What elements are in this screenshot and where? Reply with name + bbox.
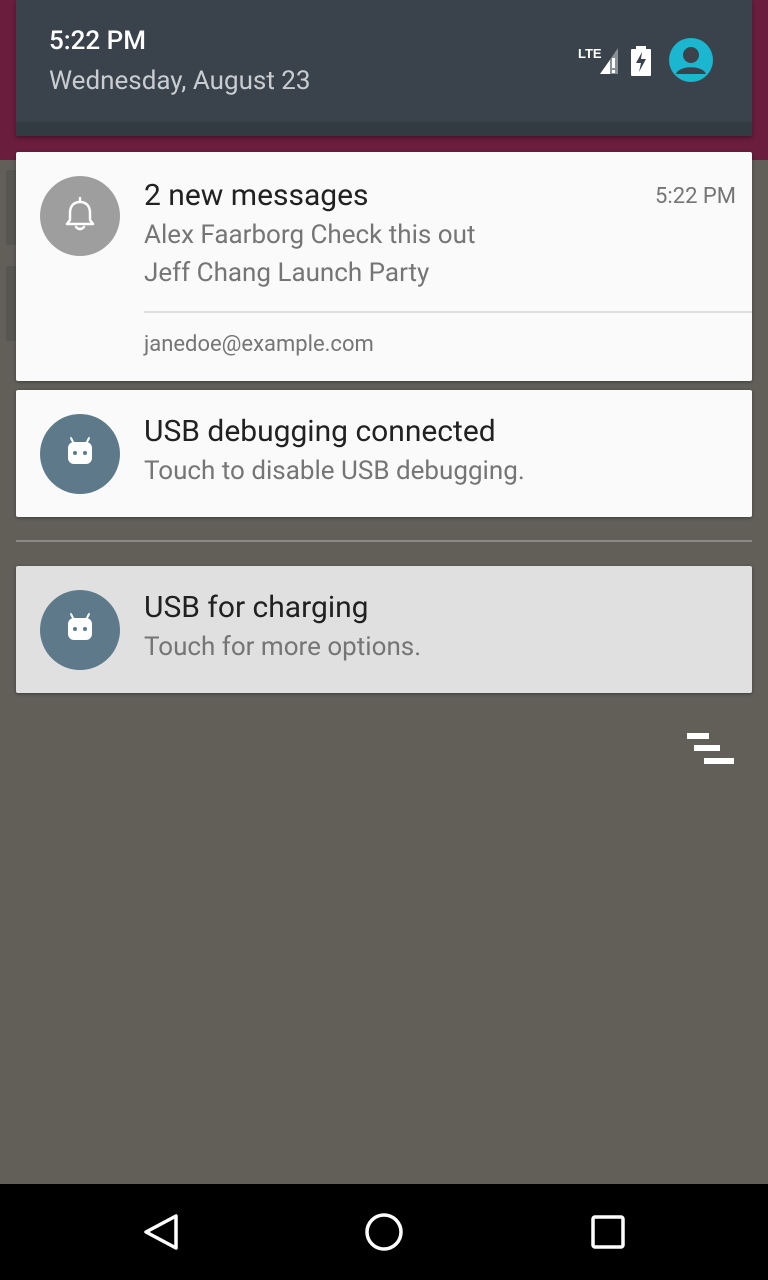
notification-title: USB debugging connected (144, 414, 496, 449)
android-icon (40, 414, 120, 494)
date-label: Wednesday, August 23 (49, 66, 311, 96)
network-type-label: LTE (578, 46, 602, 61)
shade-header[interactable]: 5:22 PM Wednesday, August 23 LTE (16, 0, 752, 136)
clear-all-icon[interactable] (684, 730, 738, 772)
home-icon[interactable] (336, 1184, 432, 1280)
notification-text: Touch for more options. (144, 632, 422, 662)
message-line: Jeff Chang Launch Party (144, 258, 430, 288)
usb-charging-notification[interactable]: USB for charging Touch for more options. (16, 566, 752, 693)
messages-notification[interactable]: 2 new messages 5:22 PM Alex Faarborg Che… (16, 152, 752, 381)
bell-icon (40, 176, 120, 256)
notification-title: 2 new messages (144, 178, 369, 213)
lte-signal-icon: LTE (578, 42, 620, 82)
account-email: janedoe@example.com (144, 332, 374, 357)
divider (144, 311, 752, 313)
message-line: Alex Faarborg Check this out (144, 220, 476, 250)
header-shadow-strip (16, 122, 752, 136)
clock-time: 5:22 PM (49, 26, 146, 56)
section-divider (16, 540, 752, 542)
recents-icon[interactable] (560, 1184, 656, 1280)
notification-text: Touch to disable USB debugging. (144, 456, 525, 486)
back-icon[interactable] (112, 1184, 208, 1280)
navigation-bar (0, 1184, 768, 1280)
android-icon (40, 590, 120, 670)
battery-charging-icon (630, 46, 652, 80)
user-avatar-icon[interactable] (669, 38, 713, 82)
notification-time: 5:22 PM (655, 184, 736, 209)
notification-title: USB for charging (144, 590, 369, 625)
usb-debugging-notification[interactable]: USB debugging connected Touch to disable… (16, 390, 752, 517)
